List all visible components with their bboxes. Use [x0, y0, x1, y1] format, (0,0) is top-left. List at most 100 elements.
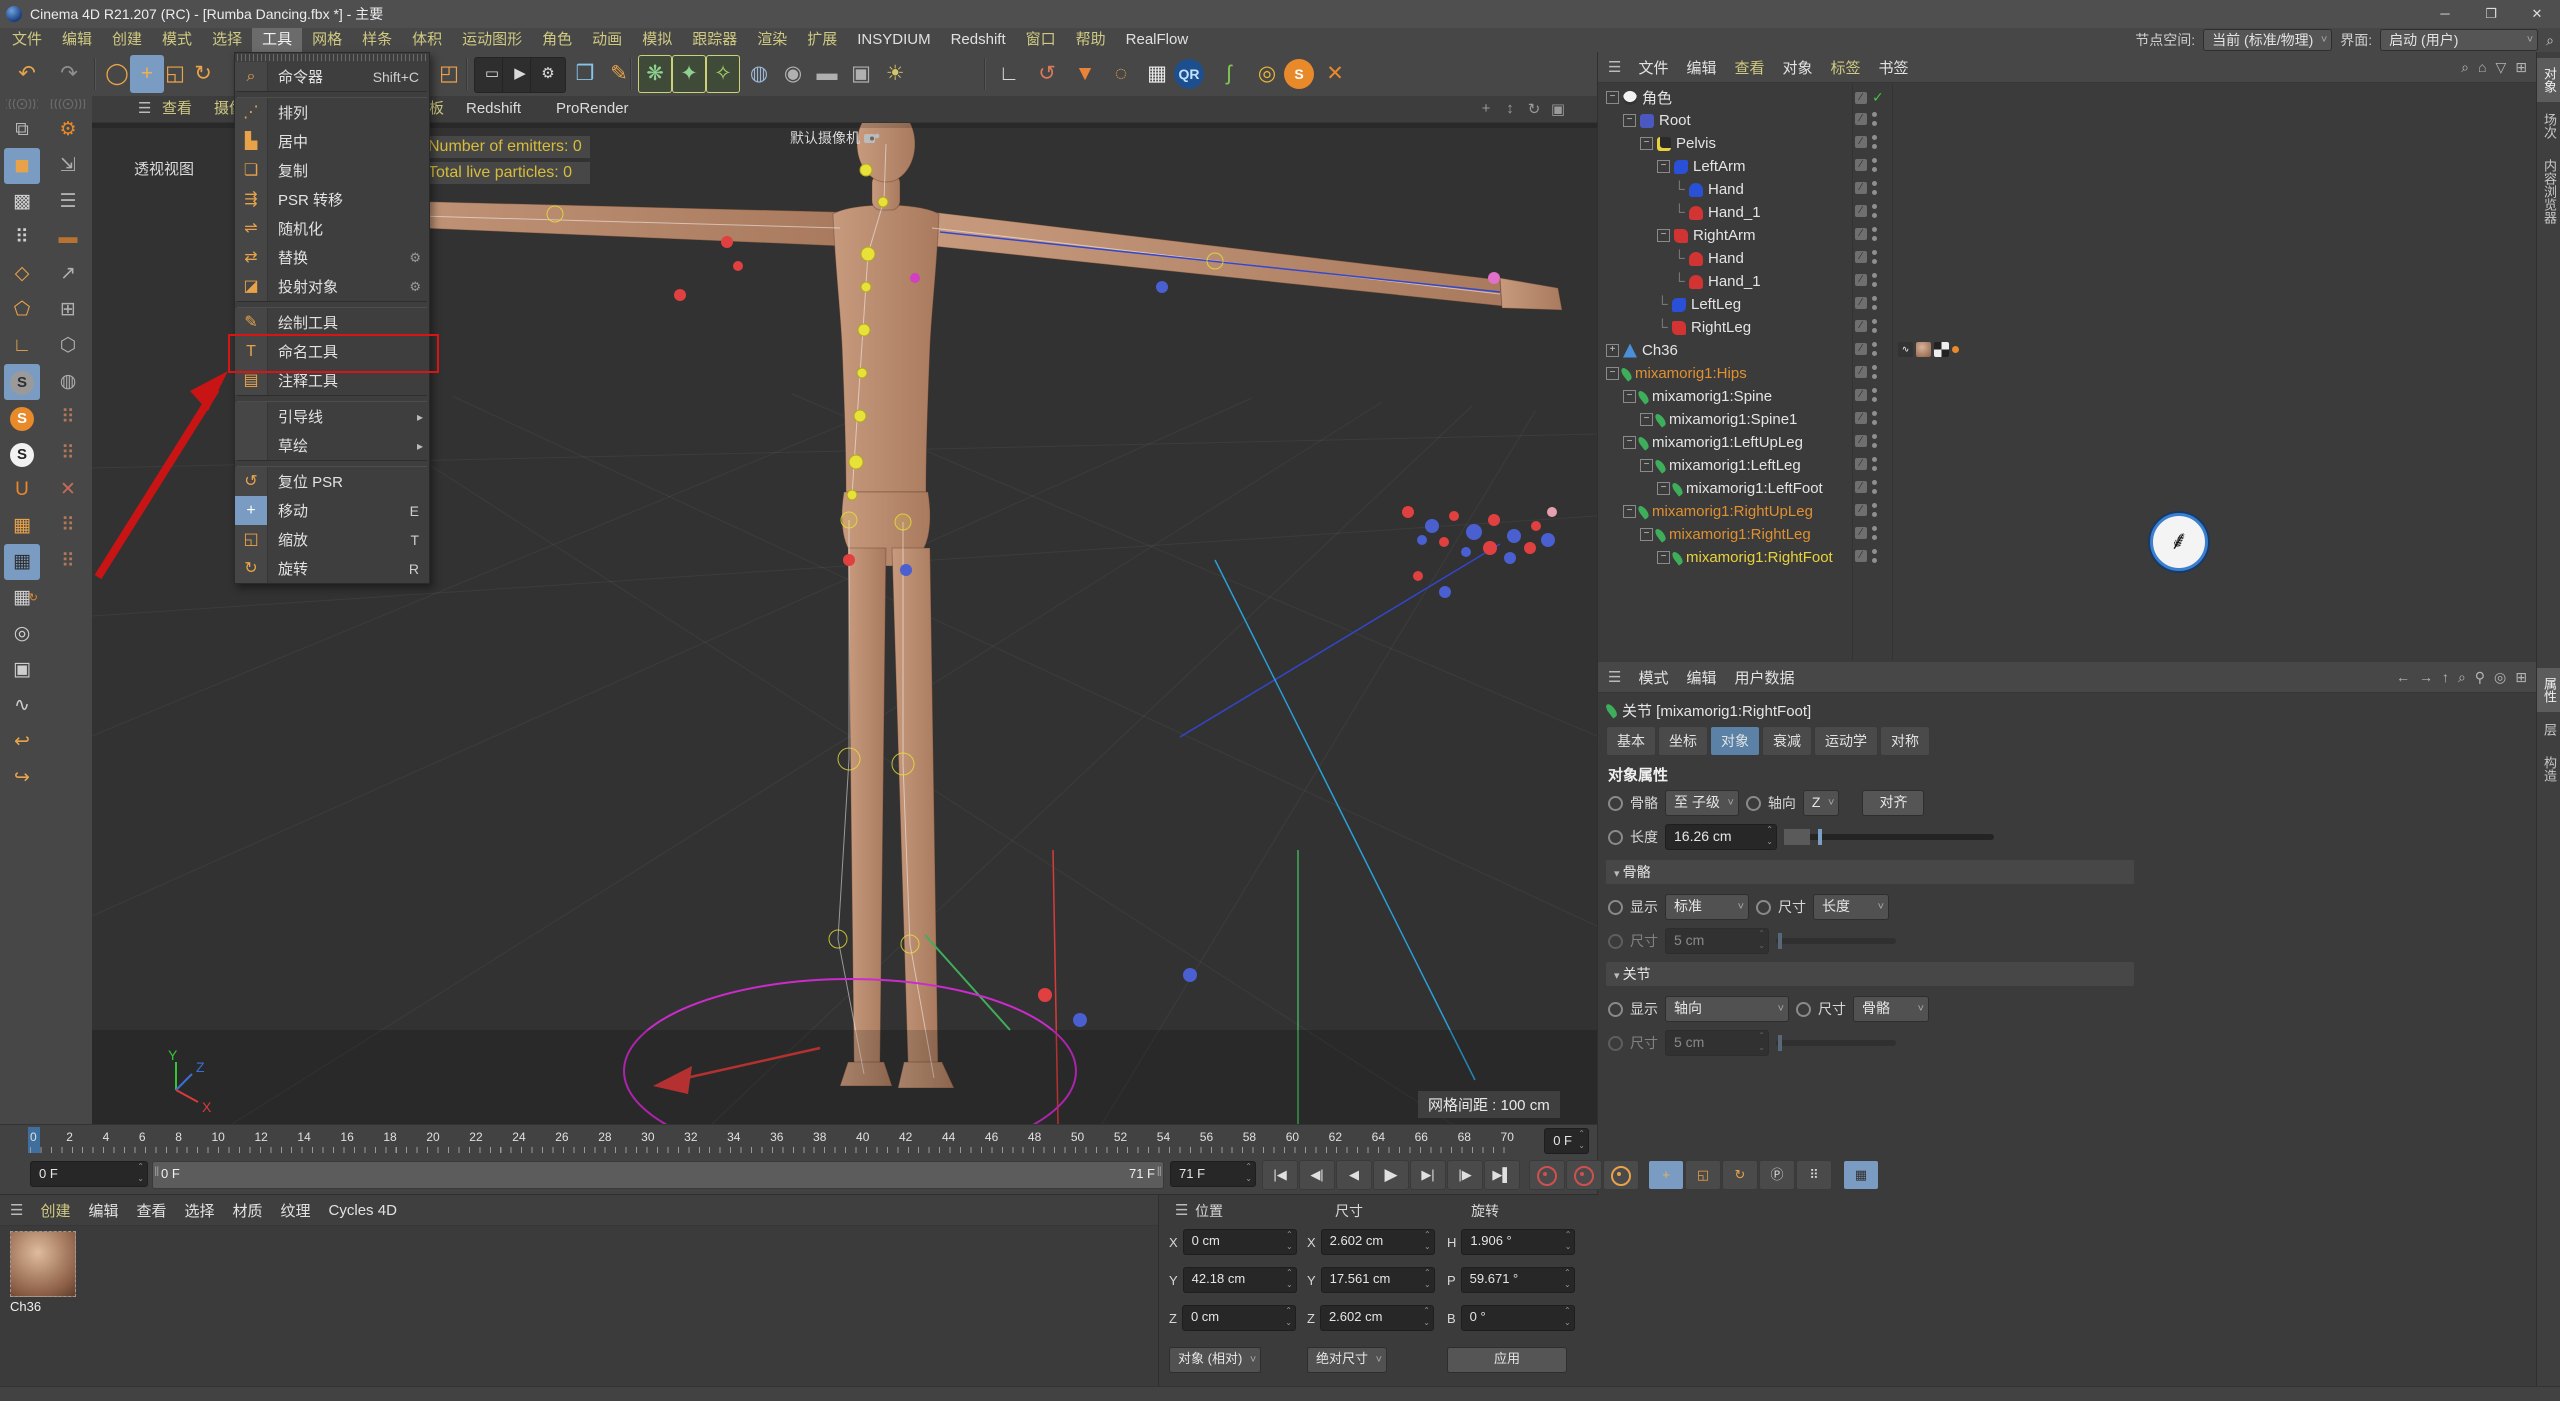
spline-pen-icon[interactable]: ✎ [602, 55, 636, 93]
panel-menu-创建[interactable]: 创建 [31, 1200, 79, 1221]
bone-select[interactable]: 至 子级 [1665, 790, 1739, 816]
editor-visibility-dots[interactable] [1872, 457, 1878, 471]
coord-value-input[interactable]: 2.602 cm [1319, 1305, 1434, 1331]
joint-size-select[interactable]: 骨骼 [1853, 996, 1929, 1022]
visibility-tag-icon[interactable]: ∕ [1855, 113, 1867, 125]
up-icon[interactable]: ↑ [2442, 669, 2449, 685]
align-bars-icon[interactable]: ☰ [50, 184, 86, 220]
tree-expand-toggle[interactable]: − [1657, 229, 1670, 242]
tree-row[interactable]: └ Hand ∕ [1598, 247, 2560, 270]
visibility-tag-icon[interactable]: ∕ [1855, 320, 1867, 332]
material-name[interactable]: Ch36 [10, 1299, 41, 1314]
visibility-tag-icon[interactable]: ∕ [1855, 274, 1867, 286]
menu-tearoff-grip[interactable] [237, 54, 427, 61]
timeline-range-slider[interactable]: ‖ 0 F 71 F ‖ [152, 1161, 1164, 1189]
menu-渲染[interactable]: 渲染 [747, 28, 797, 52]
axis-mode-icon[interactable]: ∟ [4, 328, 40, 364]
snap-dynamic-icon[interactable]: S [4, 436, 40, 472]
visibility-tag-icon[interactable]: ∕ [1855, 159, 1867, 171]
coord-value-input[interactable]: 59.671 ° [1460, 1267, 1575, 1293]
tools-menu-item-引导线[interactable]: 引导线 ▸ [235, 402, 429, 431]
end-frame-input[interactable]: 71 F [1170, 1161, 1256, 1187]
tree-row[interactable]: − RightArm ∕ [1598, 224, 2560, 247]
palette-dots-icon-3[interactable]: ⠿ [50, 508, 86, 544]
editor-visibility-dots[interactable] [1872, 319, 1878, 333]
bone-display-select[interactable]: 标准 [1665, 894, 1749, 920]
panel-menu-纹理[interactable]: 纹理 [272, 1200, 320, 1221]
tools-menu-item-居中[interactable]: ▙ 居中 [235, 127, 429, 156]
tree-row[interactable]: − mixamorig1:Spine1 ∕ [1598, 408, 2560, 431]
tab-takes[interactable]: 场次 [2537, 104, 2560, 148]
menu-INSYDIUM[interactable]: INSYDIUM [847, 28, 940, 52]
tree-row[interactable]: − mixamorig1:Spine ∕ [1598, 385, 2560, 408]
tree-row[interactable]: − mixamorig1:LeftUpLeg ∕ [1598, 431, 2560, 454]
workplane-icon[interactable]: ∟ [992, 55, 1026, 93]
param-radio[interactable] [1608, 829, 1623, 845]
tree-row[interactable]: └ Hand_1 ∕ [1598, 201, 2560, 224]
menu-网格[interactable]: 网格 [302, 28, 352, 52]
goto-end-button[interactable]: ▶▌ [1484, 1160, 1520, 1190]
editor-visibility-dots[interactable] [1872, 135, 1878, 149]
add-icon[interactable]: ⊞ [2515, 59, 2527, 76]
tree-expand-toggle[interactable]: − [1657, 160, 1670, 173]
tag-icon[interactable]: ∿ [1898, 342, 1913, 357]
tree-expand-toggle[interactable]: − [1623, 114, 1636, 127]
editor-visibility-dots[interactable] [1872, 434, 1878, 448]
menu-体积[interactable]: 体积 [402, 28, 452, 52]
editor-visibility-dots[interactable] [1872, 112, 1878, 126]
editor-visibility-dots[interactable] [1872, 480, 1878, 494]
menu-样条[interactable]: 样条 [352, 28, 402, 52]
tools-menu-item-草绘[interactable]: 草绘 ▸ [235, 431, 429, 460]
coord-value-input[interactable]: 2.602 cm [1320, 1229, 1435, 1255]
apply-button[interactable]: 应用 [1447, 1347, 1567, 1373]
align-button[interactable]: 对齐 [1862, 790, 1925, 816]
tree-row[interactable]: − mixamorig1:RightUpLeg ∕ [1598, 500, 2560, 523]
tree-row[interactable]: − Pelvis ∕ [1598, 132, 2560, 155]
tag-icon[interactable] [1934, 342, 1949, 357]
editor-visibility-dots[interactable] [1872, 388, 1878, 402]
editor-visibility-dots[interactable] [1872, 526, 1878, 540]
visibility-tag-icon[interactable]: ∕ [1855, 251, 1867, 263]
editor-visibility-dots[interactable] [1872, 158, 1878, 172]
toggle-view-icon[interactable]: ▣ [1549, 100, 1567, 118]
tools-menu-item-缩放[interactable]: ◱ 缩放 T [235, 525, 429, 554]
coord-value-input[interactable]: 0 cm [1181, 1305, 1296, 1331]
editor-visibility-dots[interactable] [1872, 227, 1878, 241]
attr-tab-坐标[interactable]: 坐标 [1658, 726, 1708, 756]
visibility-tag-icon[interactable]: ∕ [1855, 389, 1867, 401]
attr-tab-基本[interactable]: 基本 [1606, 726, 1656, 756]
tools-menu-item-投射对象[interactable]: ◪ 投射对象 ⚙ [235, 272, 429, 301]
key-rotation-toggle[interactable]: ↻ [1722, 1160, 1758, 1190]
record-key-button[interactable] [1529, 1160, 1565, 1190]
panel-menu-用户数据[interactable]: 用户数据 [1725, 667, 1803, 688]
editor-visibility-dots[interactable] [1872, 503, 1878, 517]
tab-structure[interactable]: 构造 [2537, 747, 2560, 791]
s-badge-icon[interactable]: S [1284, 59, 1314, 89]
tree-expand-toggle[interactable]: − [1640, 137, 1653, 150]
tree-row[interactable]: − Root ∕ [1598, 109, 2560, 132]
iso-cube-icon[interactable]: ⬡ [50, 328, 86, 364]
editor-visibility-dots[interactable] [1872, 365, 1878, 379]
panel-menu-编辑[interactable]: 编辑 [1677, 57, 1725, 78]
menu-选择[interactable]: 选择 [202, 28, 252, 52]
menu-创建[interactable]: 创建 [102, 28, 152, 52]
tree-expand-toggle[interactable]: − [1640, 528, 1653, 541]
magnet-icon[interactable]: U [4, 472, 40, 508]
length-input[interactable]: 16.26 cm [1665, 824, 1777, 850]
tree-expand-toggle[interactable]: − [1606, 91, 1619, 104]
lasso-icon[interactable]: ∿ [4, 688, 40, 724]
viewport-menu-Redshift[interactable]: Redshift [466, 96, 521, 122]
new-panel-icon[interactable]: ⊞ [2515, 669, 2527, 686]
coord-value-input[interactable]: 1.906 ° [1461, 1229, 1576, 1255]
search-icon[interactable]: ⌕ [2458, 669, 2466, 686]
panel-menu-Cycles 4D[interactable]: Cycles 4D [320, 1202, 406, 1219]
tab-layers[interactable]: 层 [2537, 714, 2560, 745]
tree-row[interactable]: └ LeftLeg ∕ [1598, 293, 2560, 316]
arrow-ne-icon[interactable]: ↗ [50, 256, 86, 292]
editor-visibility-dots[interactable] [1872, 181, 1878, 195]
pan-view-icon[interactable]: + [1477, 100, 1495, 118]
lock-icon[interactable]: ⚲ [2475, 669, 2485, 686]
back-icon[interactable]: ← [2396, 669, 2410, 685]
xparticles-x-icon[interactable]: ✕ [1318, 55, 1352, 93]
qr-badge-icon[interactable]: QR [1174, 59, 1204, 89]
